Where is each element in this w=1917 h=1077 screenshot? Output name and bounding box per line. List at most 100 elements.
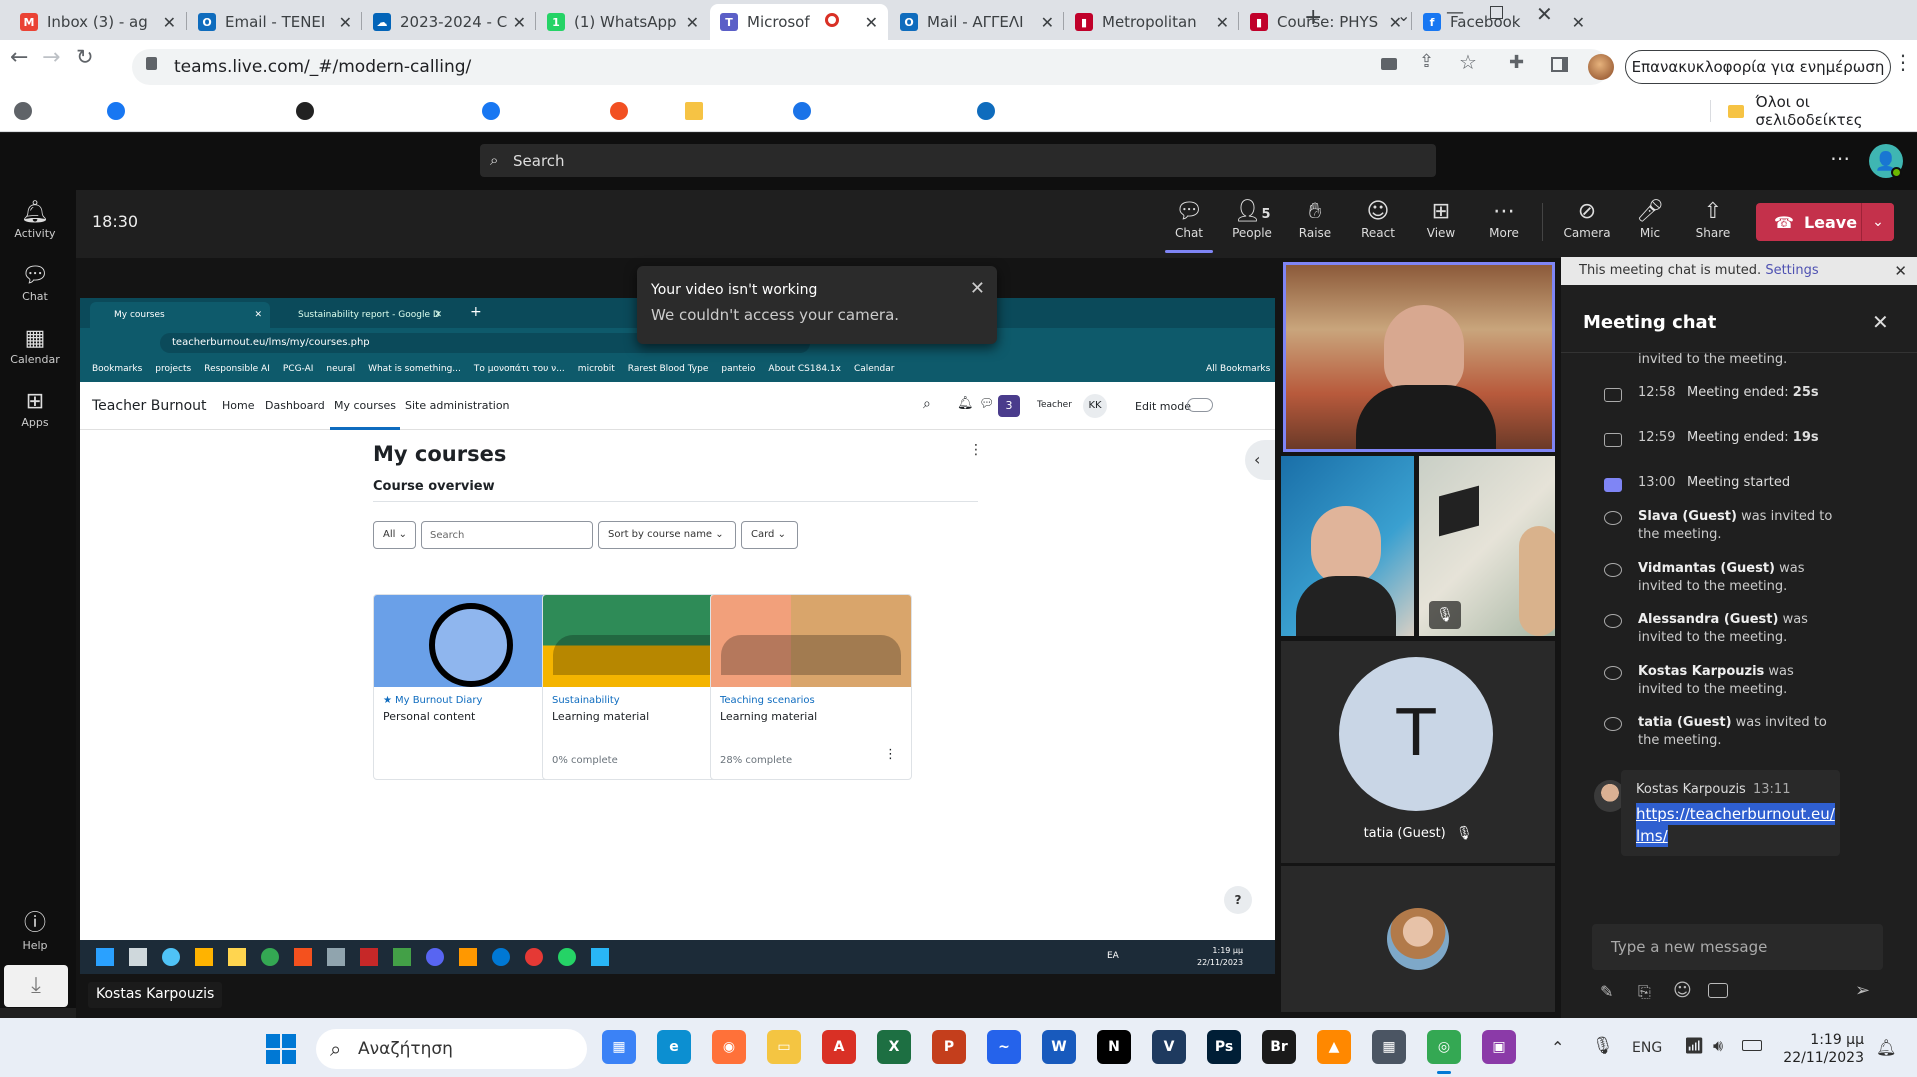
people-button[interactable]: 👤︎5 People: [1224, 198, 1280, 240]
close-tab-icon[interactable]: ✕: [686, 13, 699, 32]
vim-icon[interactable]: V: [1152, 1030, 1186, 1064]
close-window-icon[interactable]: ✕: [1536, 2, 1553, 26]
close-tab-icon[interactable]: ✕: [865, 13, 878, 32]
leave-options-button[interactable]: ⌄: [1861, 203, 1894, 241]
close-tab-icon[interactable]: ✕: [1041, 13, 1054, 32]
tab-search-icon[interactable]: ⌄: [1397, 6, 1410, 25]
rail-item[interactable]: ⊞ Apps: [0, 389, 70, 429]
share-button[interactable]: ⇧ Share: [1685, 198, 1741, 240]
bookmark-item[interactable]: Michael Cacoyannis...: [107, 90, 308, 132]
chrome-icon[interactable]: ◎: [1427, 1030, 1461, 1064]
browser-tab[interactable]: 1 (1) WhatsApp ✕: [537, 4, 709, 40]
calculator-icon[interactable]: ▦: [1372, 1030, 1406, 1064]
camera-blocked-icon[interactable]: [1381, 58, 1397, 70]
bookmark-star-icon[interactable]: ☆: [1459, 50, 1477, 74]
volume-icon[interactable]: 🔊︎: [1713, 1036, 1723, 1056]
teams-more-icon[interactable]: ⋯: [1830, 146, 1850, 170]
react-button[interactable]: ☺ React: [1350, 198, 1406, 240]
photoshop-icon[interactable]: Ps: [1207, 1030, 1241, 1064]
excel-icon[interactable]: X: [877, 1030, 911, 1064]
notification-bell-icon[interactable]: 🔔︎: [1876, 1038, 1896, 1057]
maximize-icon[interactable]: [1490, 6, 1503, 19]
browser-tab[interactable]: ☁ 2023-2024 - C ✕: [363, 4, 536, 40]
video-tile-participant-3[interactable]: 🎙︎: [1419, 456, 1555, 636]
reload-icon[interactable]: ↻: [76, 45, 94, 69]
calendar-app-icon[interactable]: ▦: [602, 1030, 636, 1064]
powerpoint-icon[interactable]: P: [932, 1030, 966, 1064]
close-tab-icon[interactable]: ✕: [163, 13, 176, 32]
minimize-icon[interactable]: —: [1446, 2, 1464, 23]
bookmark-item[interactable]: Cell Anatomy View...: [793, 90, 984, 132]
raise-hand-button[interactable]: ✋︎ Raise: [1287, 198, 1343, 240]
input-language[interactable]: ENG: [1632, 1040, 1662, 1056]
browser-tab[interactable]: O Mail - ΑΓΓΕΛΙ ✕: [890, 4, 1064, 40]
video-tile-participant-2[interactable]: [1281, 456, 1414, 636]
bridge-icon[interactable]: Br: [1262, 1030, 1296, 1064]
bookmark-item[interactable]: Μοσχαράκι ρολό,...: [296, 90, 477, 132]
close-chat-icon[interactable]: ✕: [1872, 310, 1889, 334]
new-tab-button[interactable]: +: [1304, 5, 1322, 30]
browser-menu-icon[interactable]: ⋮: [1893, 50, 1913, 74]
winrar-icon[interactable]: ▣: [1482, 1030, 1516, 1064]
chat-button[interactable]: 💬︎ Chat: [1161, 198, 1217, 240]
mic-button[interactable]: 🎤︎ Mic: [1622, 198, 1678, 240]
browser-tab[interactable]: T Microsof ✕: [710, 4, 888, 40]
browser-tab[interactable]: O Email - ΤΕΝΕΙ ✕: [188, 4, 362, 40]
forward-icon[interactable]: →: [42, 45, 60, 70]
profile-avatar[interactable]: [1588, 54, 1614, 80]
emoji-icon[interactable]: ☺: [1673, 980, 1692, 1001]
all-bookmarks[interactable]: Όλοι οι σελιδοδείκτες: [1728, 90, 1917, 132]
browser-tab[interactable]: f Facebook ✕: [1413, 4, 1595, 40]
close-tab-icon[interactable]: ✕: [339, 13, 352, 32]
start-icon[interactable]: [266, 1034, 296, 1064]
close-tab-icon[interactable]: ✕: [513, 13, 526, 32]
whiteboard-icon[interactable]: ~: [987, 1030, 1021, 1064]
message-link[interactable]: https://teacherburnout.eu/ lms/: [1636, 803, 1835, 847]
bookmark-item[interactable]: paints: [14, 90, 90, 132]
acrobat-icon[interactable]: A: [822, 1030, 856, 1064]
bookmark-item[interactable]: ERGASIA: [685, 90, 782, 132]
file-explorer-icon[interactable]: ▭: [767, 1030, 801, 1064]
rail-item[interactable]: 🔔︎ Activity: [0, 200, 70, 240]
close-icon[interactable]: ✕: [1894, 262, 1907, 280]
close-tab-icon[interactable]: ✕: [1572, 13, 1585, 32]
tray-mic-icon[interactable]: 🎙︎: [1592, 1036, 1614, 1056]
camera-button[interactable]: ⊘ Camera: [1559, 198, 1615, 240]
extensions-icon[interactable]: ✚: [1509, 52, 1524, 73]
video-tile-participant-5[interactable]: [1281, 866, 1555, 1012]
system-clock[interactable]: 1:19 μμ 22/11/2023: [1780, 1031, 1864, 1067]
bookmark-item[interactable]: Mail - ΑΓΓΕΛΙΚΗ ΤΕ...: [977, 90, 1170, 132]
rail-item[interactable]: 💬︎ Chat: [0, 263, 70, 303]
send-icon[interactable]: ➢: [1855, 980, 1870, 1001]
bookmark-item[interactable]: εν: [610, 90, 655, 132]
download-icon[interactable]: ⤓: [4, 965, 68, 1007]
video-tile-tatia[interactable]: T tatia (Guest) 🎙︎: [1281, 641, 1555, 863]
share-page-icon[interactable]: ⇪: [1419, 51, 1434, 72]
browser-tab[interactable]: ▮ Metropolitan ✕: [1065, 4, 1239, 40]
close-tab-icon[interactable]: ✕: [1216, 13, 1229, 32]
side-panel-icon[interactable]: [1551, 57, 1568, 72]
teams-search-input[interactable]: ⌕ Search: [480, 144, 1436, 177]
more-button[interactable]: ⋯ More: [1476, 198, 1532, 240]
attach-icon[interactable]: ⎘: [1638, 982, 1651, 1002]
vlc-icon[interactable]: ▲: [1317, 1030, 1351, 1064]
windows-search[interactable]: ⌕ Αναζήτηση: [316, 1029, 587, 1069]
wifi-icon[interactable]: 📶︎: [1684, 1036, 1704, 1055]
word-icon[interactable]: W: [1042, 1030, 1076, 1064]
update-button[interactable]: Επανακυκλοφορία για ενημέρωση: [1625, 50, 1891, 84]
message-composer[interactable]: Type a new message: [1592, 924, 1883, 970]
rail-item[interactable]: ▦ Calendar: [0, 326, 70, 366]
browser-tab[interactable]: ▮ Course: PHYS ✕: [1240, 4, 1412, 40]
rail-help[interactable]: ⓘ Help: [0, 905, 70, 952]
chat-settings-link[interactable]: Settings: [1765, 263, 1818, 278]
battery-icon[interactable]: [1742, 1040, 1762, 1051]
netflix-icon[interactable]: N: [1097, 1030, 1131, 1064]
format-icon[interactable]: ✎: [1600, 982, 1613, 1001]
close-icon[interactable]: ✕: [970, 278, 985, 299]
browser-tab[interactable]: M Inbox (3) - ag ✕: [10, 4, 186, 40]
back-icon[interactable]: ←: [10, 45, 28, 70]
edge-icon[interactable]: e: [657, 1030, 691, 1064]
tray-chevron-icon[interactable]: ⌃: [1551, 1038, 1564, 1057]
bookmark-item[interactable]: (1) Facebook: [482, 90, 612, 132]
firefox-icon[interactable]: ◉: [712, 1030, 746, 1064]
